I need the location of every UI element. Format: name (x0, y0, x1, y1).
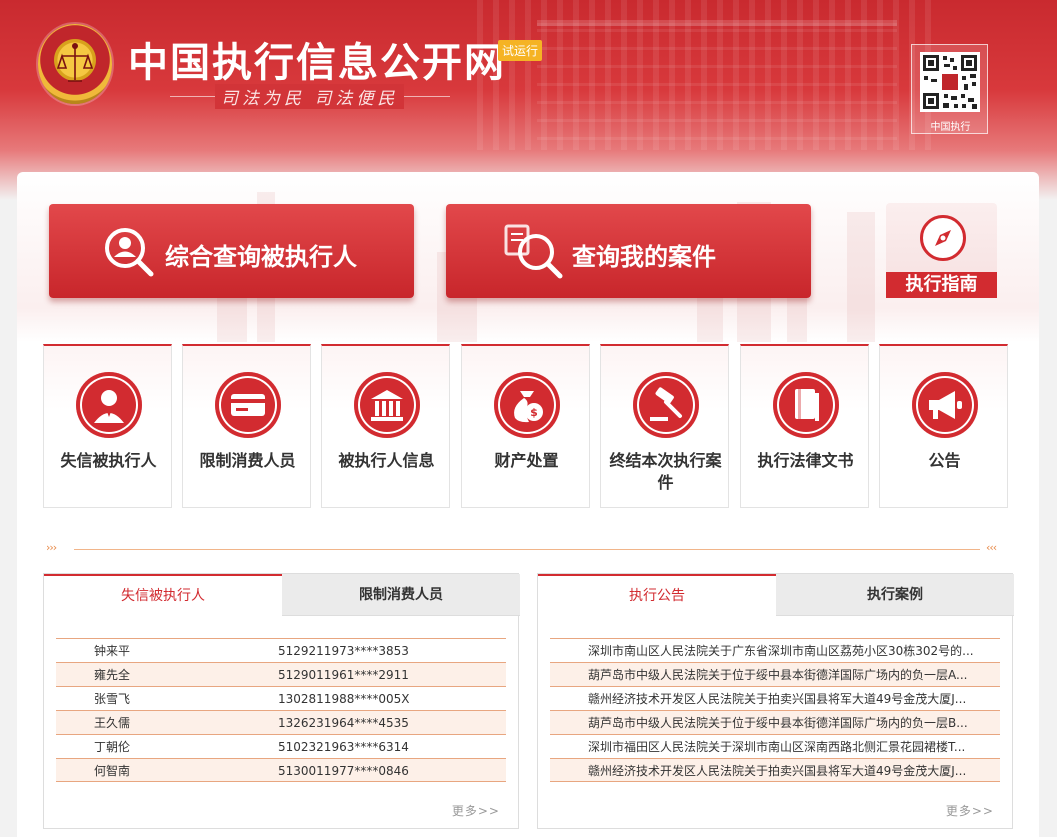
header-building-decoration-2 (537, 20, 897, 140)
list-item[interactable]: 雍先全 5129011961****2911 (56, 662, 506, 686)
person-icon (76, 372, 142, 438)
list-item[interactable]: 何智南 5130011977****0846 (56, 758, 506, 782)
list-item[interactable]: 赣州经济技术开发区人民法院关于拍卖兴国县将军大道49号金茂大厦J... (550, 758, 1000, 782)
tile-label: 执行法律文书 (757, 451, 854, 470)
national-emblem-icon (38, 24, 112, 104)
person-name: 丁朝伦 (94, 740, 131, 754)
divider-arrow-left: ››› (46, 541, 57, 554)
card-icon (215, 372, 281, 438)
announcement-title: 深圳市福田区人民法院关于深圳市南山区深南西路北侧汇景花园裙楼T... (588, 740, 966, 754)
list-item[interactable]: 赣州经济技术开发区人民法院关于拍卖兴国县将军大道49号金茂大厦J... (550, 686, 1000, 710)
tile-consumption-restricted[interactable]: 限制消费人员 (182, 344, 311, 508)
tile-label: 被执行人信息 (338, 451, 435, 470)
person-name: 雍先全 (94, 668, 131, 682)
site-title: 中国执行信息公开网 (128, 40, 506, 86)
dishonest-list-panel: 失信被执行人 限制消费人员 钟来平 5129211973****3853 雍先全… (43, 573, 520, 829)
announcement-title: 深圳市南山区人民法院关于广东省深圳市南山区荔苑小区30栋302号的... (588, 644, 974, 658)
query-executed-person-label: 综合查询被执行人 (165, 243, 357, 271)
tile-announcements[interactable]: 公告 (879, 344, 1008, 508)
person-name: 张雪飞 (94, 692, 131, 706)
tile-label: 财产处置 (494, 451, 559, 470)
query-my-case-button[interactable]: 查询我的案件 (446, 204, 811, 298)
person-id: 1302811988****005X (278, 692, 410, 706)
courthouse-icon (354, 372, 420, 438)
person-name: 钟来平 (94, 644, 131, 658)
list-item[interactable]: 丁朝伦 5102321963****6314 (56, 734, 506, 758)
announcement-list: 深圳市南山区人民法院关于广东省深圳市南山区荔苑小区30栋302号的... 葫芦岛… (550, 638, 1000, 782)
tile-label: 终结本次执行案件 (609, 451, 722, 492)
person-id: 1326231964****4535 (278, 716, 409, 730)
list-item[interactable]: 深圳市福田区人民法院关于深圳市南山区深南西路北侧汇景花园裙楼T... (550, 734, 1000, 758)
svg-text:$: $ (530, 406, 538, 419)
tile-legal-documents[interactable]: 执行法律文书 (740, 344, 869, 508)
person-name: 何智南 (94, 764, 131, 778)
execution-guide-label: 执行指南 (886, 272, 997, 298)
list-item[interactable]: 王久儒 1326231964****4535 (56, 710, 506, 734)
person-search-icon (101, 224, 157, 284)
compass-icon (920, 215, 966, 261)
dishonest-list: 钟来平 5129211973****3853 雍先全 5129011961***… (56, 638, 506, 782)
book-icon (773, 372, 839, 438)
money-bag-icon: $ (494, 372, 560, 438)
query-executed-person-button[interactable]: 综合查询被执行人 (49, 204, 414, 298)
site-slogan: 司法为民 司法便民 (215, 84, 405, 109)
tile-label: 公告 (928, 451, 961, 470)
list-item[interactable]: 葫芦岛市中级人民法院关于位于绥中县本街德洋国际广场内的负一层A... (550, 662, 1000, 686)
gavel-icon (633, 372, 699, 438)
announcement-title: 赣州经济技术开发区人民法院关于拍卖兴国县将军大道49号金茂大厦J... (588, 764, 967, 778)
announcement-title: 葫芦岛市中级人民法院关于位于绥中县本街德洋国际广场内的负一层A... (588, 668, 968, 682)
beta-badge: 试运行 (498, 40, 543, 61)
tile-label: 失信被执行人 (60, 451, 157, 470)
tile-executed-person-info[interactable]: 被执行人信息 (321, 344, 450, 508)
person-id: 5129011961****2911 (278, 668, 409, 682)
list-item[interactable]: 葫芦岛市中级人民法院关于位于绥中县本街德洋国际广场内的负一层B... (550, 710, 1000, 734)
tile-terminated-cases[interactable]: 终结本次执行案件 (600, 344, 729, 508)
qr-code-icon (920, 52, 980, 112)
announcement-list-panel: 执行公告 执行案例 深圳市南山区人民法院关于广东省深圳市南山区荔苑小区30栋30… (537, 573, 1014, 829)
more-link[interactable]: 更多>> (946, 802, 994, 819)
person-id: 5102321963****6314 (278, 740, 409, 754)
tile-label: 限制消费人员 (199, 451, 296, 470)
document-search-icon (504, 224, 564, 284)
list-item[interactable]: 张雪飞 1302811988****005X (56, 686, 506, 710)
execution-guide-button[interactable]: 执行指南 (886, 203, 997, 298)
qr-code-box[interactable]: 中国执行 (911, 44, 988, 134)
divider-arrow-right: ‹‹‹ (986, 541, 997, 554)
more-link[interactable]: 更多>> (452, 802, 500, 819)
announcement-title: 葫芦岛市中级人民法院关于位于绥中县本街德洋国际广场内的负一层B... (588, 716, 968, 730)
announcement-title: 赣州经济技术开发区人民法院关于拍卖兴国县将军大道49号金茂大厦J... (588, 692, 967, 706)
person-id: 5129211973****3853 (278, 644, 409, 658)
tab-consumption-restricted[interactable]: 限制消费人员 (282, 574, 520, 616)
tab-dishonest-executed[interactable]: 失信被执行人 (44, 574, 282, 616)
person-name: 王久儒 (94, 716, 131, 730)
tab-execution-cases[interactable]: 执行案例 (776, 574, 1014, 616)
section-divider (74, 549, 980, 550)
query-my-case-label: 查询我的案件 (572, 243, 716, 271)
person-id: 5130011977****0846 (278, 764, 409, 778)
qr-code-label: 中国执行 (930, 122, 971, 133)
megaphone-icon (912, 372, 978, 438)
tab-execution-announcements[interactable]: 执行公告 (538, 574, 776, 616)
list-item[interactable]: 深圳市南山区人民法院关于广东省深圳市南山区荔苑小区30栋302号的... (550, 638, 1000, 662)
list-item[interactable]: 钟来平 5129211973****3853 (56, 638, 506, 662)
tile-asset-disposal[interactable]: $ 财产处置 (461, 344, 590, 508)
tile-dishonest-executed[interactable]: 失信被执行人 (43, 344, 172, 508)
